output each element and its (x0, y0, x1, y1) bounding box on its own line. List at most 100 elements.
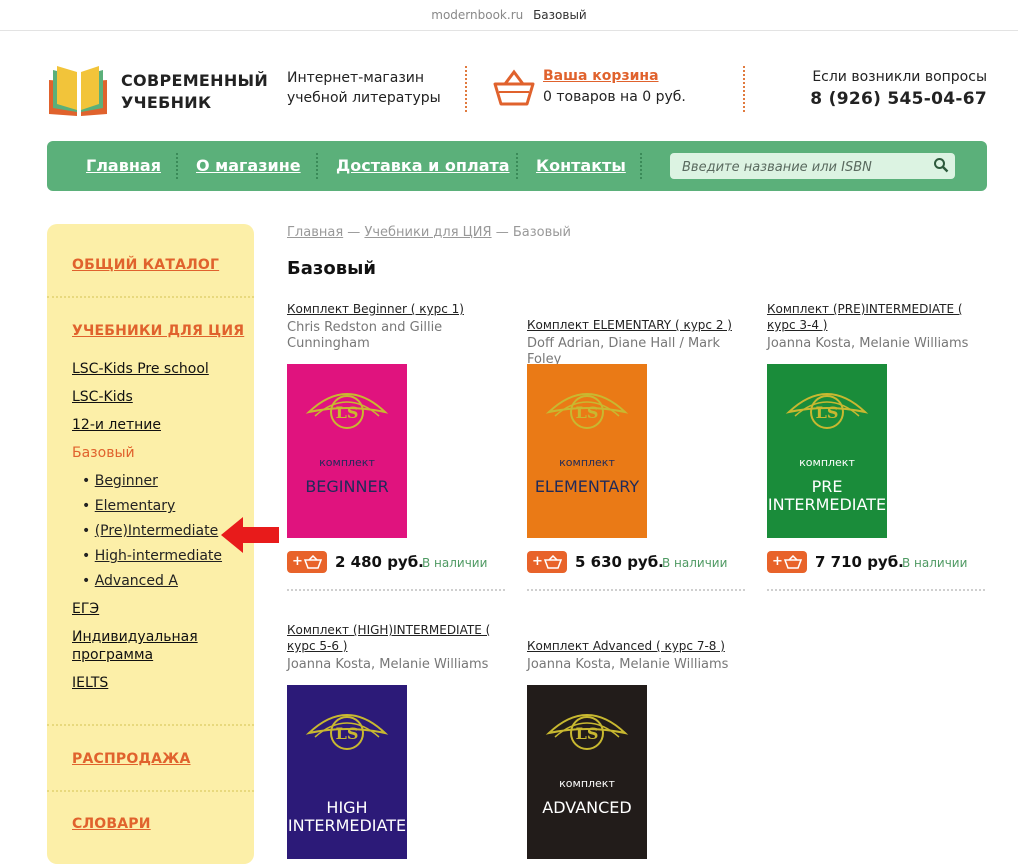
product-cover-image[interactable]: LS комплект BEGINNER (287, 364, 407, 538)
nav-separator (516, 153, 518, 179)
product-cover-image[interactable]: LS комплект ELEMENTARY (527, 364, 647, 538)
sidebar-item-ielts[interactable]: IELTS (72, 675, 108, 691)
sidebar-sub-pre-intermediate[interactable]: (Pre)Intermediate (95, 523, 219, 539)
product-price: 7 710 руб. (815, 553, 904, 571)
cover-level-line1: HIGH (326, 798, 368, 817)
search-box (670, 153, 955, 179)
cover-kit-label: комплект (559, 456, 615, 469)
cover-kit-label: комплект (799, 456, 855, 469)
product-author: Joanna Kosta, Melanie Williams (767, 336, 969, 351)
sidebar-item-lsc-kids[interactable]: LSC-Kids (72, 389, 133, 405)
sidebar-item-basic-active[interactable]: Базовый (72, 445, 135, 461)
nav-home[interactable]: Главная (86, 156, 161, 175)
book-logo-icon (49, 66, 107, 116)
browser-title-bar: modernbook.ru Базовый (0, 0, 1018, 31)
breadcrumb-current: Базовый (512, 225, 571, 240)
sidebar-sub-item: • Advanced A (82, 573, 178, 589)
search-icon[interactable] (933, 157, 949, 177)
product-cover-image[interactable]: LS комплект ADVANCED (527, 685, 647, 859)
site-logo[interactable]: СОВРЕМЕННЫЙ УЧЕБНИК (47, 64, 269, 118)
product-card: Комплект Advanced ( курс 7-8 ) Joanna Kos… (527, 638, 749, 673)
product-stock-status: В наличии (662, 556, 728, 570)
sidebar-sale[interactable]: РАСПРОДАЖА (72, 751, 191, 767)
sidebar-general-catalog[interactable]: ОБЩИЙ КАТАЛОГ (72, 257, 219, 273)
product-stock-status: В наличии (902, 556, 968, 570)
cart-count: 0 товаров на 0 руб. (543, 89, 686, 105)
product-title[interactable]: Комплект Advanced ( курс 7-8 ) (527, 638, 749, 654)
sidebar-item-individual-2[interactable]: программа (72, 647, 153, 663)
product-author: Joanna Kosta, Melanie Williams (527, 657, 729, 672)
nav-delivery[interactable]: Доставка и оплата (336, 156, 510, 175)
product-title[interactable]: Комплект (HIGH)INTERMEDIATE ( курс 5-6 ) (287, 622, 509, 654)
nav-separator (640, 153, 642, 179)
breadcrumb-separator: — (347, 225, 361, 240)
add-to-cart-plus: + (532, 554, 543, 569)
basket-icon (783, 554, 803, 577)
sidebar-sub-elementary[interactable]: Elementary (95, 498, 176, 514)
sidebar-sub-item: • Elementary (82, 498, 176, 514)
lsc-emblem-icon: LS (785, 382, 869, 446)
breadcrumb-section[interactable]: Учебники для ЦИЯ (364, 225, 491, 240)
browser-tab-title: Базовый (533, 8, 587, 22)
sidebar-item-lsc-kids-preschool[interactable]: LSC-Kids Pre school (72, 361, 209, 377)
product-divider (767, 589, 985, 591)
lsc-emblem-icon: LS (305, 703, 389, 767)
contact-label: Если возникли вопросы (812, 69, 987, 85)
header-divider (743, 66, 745, 112)
svg-text:LS: LS (576, 724, 599, 743)
nav-contacts[interactable]: Контакты (536, 156, 626, 175)
product-cover-image[interactable]: LS HIGH INTERMEDIATE (287, 685, 407, 859)
sidebar-item-12-year[interactable]: 12-и летние (72, 417, 161, 433)
site-slogan: Интернет-магазин учебной литературы (287, 68, 441, 108)
breadcrumb: Главная — Учебники для ЦИЯ — Базовый (287, 225, 571, 240)
sidebar-divider (47, 790, 254, 792)
product-title[interactable]: Комплект (PRE)INTERMEDIATE ( курс 3-4 ) (767, 301, 989, 333)
cover-level-line1: PRE (811, 477, 843, 496)
contact-phone[interactable]: 8 (926) 545-04-67 (810, 89, 987, 109)
product-card: Комплект Beginner ( курс 1) Chris Redston… (287, 301, 509, 352)
product-card: Комплект ELEMENTARY ( курс 2 ) Doff Adria… (527, 317, 749, 368)
sidebar-sub-high-intermediate[interactable]: High-intermediate (95, 548, 222, 564)
breadcrumb-separator: — (495, 225, 509, 240)
product-divider (527, 589, 745, 591)
sidebar-item-individual[interactable]: Индивидуальная (72, 629, 198, 645)
add-to-cart-button[interactable]: + (767, 551, 807, 573)
cover-level-label: ELEMENTARY (527, 478, 647, 496)
lsc-emblem-icon: LS (545, 703, 629, 767)
sidebar-sub-advanced-a[interactable]: Advanced A (95, 573, 178, 589)
cover-level-label: PRE INTERMEDIATE (767, 478, 887, 514)
sidebar-cia-books[interactable]: УЧЕБНИКИ ДЛЯ ЦИЯ (72, 323, 244, 339)
sidebar-item-ege[interactable]: ЕГЭ (72, 601, 99, 617)
cover-level-line1: ADVANCED (542, 798, 632, 817)
nav-separator (176, 153, 178, 179)
product-author: Chris Redston and Gillie Cunningham (287, 320, 443, 351)
product-stock-status: В наличии (422, 556, 488, 570)
red-arrow-annotation-icon (221, 517, 281, 557)
product-author: Joanna Kosta, Melanie Williams (287, 657, 489, 672)
svg-text:LS: LS (336, 403, 359, 422)
sidebar-sub-beginner[interactable]: Beginner (95, 473, 158, 489)
product-card: Комплект (HIGH)INTERMEDIATE ( курс 5-6 )… (287, 622, 509, 673)
svg-text:LS: LS (816, 403, 839, 422)
product-buy-bar: +5 630 руб. В наличии (527, 551, 749, 577)
sidebar-sub-item: • Beginner (82, 473, 158, 489)
sidebar-sub-item: • High-intermediate (82, 548, 223, 564)
sidebar-divider (47, 296, 254, 298)
add-to-cart-button[interactable]: + (287, 551, 327, 573)
product-title[interactable]: Комплект Beginner ( курс 1) (287, 301, 509, 317)
search-input[interactable] (680, 157, 924, 177)
nav-about[interactable]: О магазине (196, 156, 301, 175)
cover-level-label: HIGH INTERMEDIATE (287, 799, 407, 835)
add-to-cart-plus: + (292, 554, 303, 569)
logo-line1: СОВРЕМЕННЫЙ (121, 71, 269, 90)
cart-link[interactable]: Ваша корзина (543, 68, 659, 84)
product-buy-bar: +2 480 руб. В наличии (287, 551, 509, 577)
basket-icon[interactable] (493, 68, 535, 112)
product-cover-image[interactable]: LS комплект PRE INTERMEDIATE (767, 364, 887, 538)
breadcrumb-home[interactable]: Главная (287, 225, 343, 240)
add-to-cart-button[interactable]: + (527, 551, 567, 573)
svg-text:LS: LS (576, 403, 599, 422)
product-title[interactable]: Комплект ELEMENTARY ( курс 2 ) (527, 317, 749, 333)
sidebar-dictionaries[interactable]: СЛОВАРИ (72, 816, 151, 832)
main-nav: Главная О магазине Доставка и оплата Кон… (47, 141, 987, 191)
